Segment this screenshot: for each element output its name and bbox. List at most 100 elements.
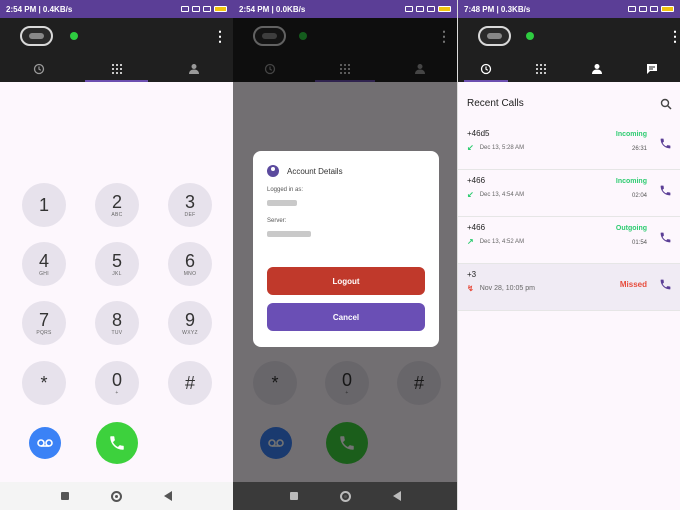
key-6[interactable]: 6 MNO <box>168 242 212 286</box>
key-8[interactable]: 8 TUV <box>95 301 139 345</box>
dialpad-icon <box>111 64 122 74</box>
back-nav-icon[interactable] <box>164 491 172 501</box>
call-status: Missed <box>619 280 647 289</box>
tab-messages[interactable] <box>625 56 680 82</box>
cancel-button[interactable]: Cancel <box>267 303 425 331</box>
tab-dialpad[interactable] <box>78 56 156 82</box>
status-icons <box>405 6 451 12</box>
call-row[interactable]: +46d5 ↙ Dec 13, 5:28 AM Incoming 26:31 <box>458 123 680 170</box>
overflow-menu-icon[interactable]: ⋮ <box>213 28 227 44</box>
recent-calls-screen: 7:48 PM | 0.3KB/s ⋮ Recent Calls +46d5 ↙… <box>457 0 680 510</box>
status-icons <box>628 6 674 12</box>
home-nav-icon[interactable] <box>339 490 351 502</box>
back-nav-icon[interactable] <box>392 491 401 501</box>
logout-button[interactable]: Logout <box>267 267 425 295</box>
status-time: 2:54 PM | 0.4KB/s <box>6 4 73 14</box>
battery-icon <box>661 6 674 12</box>
system-nav-bar <box>0 482 233 510</box>
incoming-arrow-icon: ↙ <box>467 190 474 199</box>
logged-in-label: Logged in as: <box>267 187 304 193</box>
status-bar: 7:48 PM | 0.3KB/s <box>458 0 680 18</box>
username-redacted <box>267 200 297 206</box>
phone-icon[interactable] <box>659 137 672 150</box>
voicemail-button[interactable] <box>29 427 61 459</box>
call-date: Dec 13, 5:28 AM <box>479 144 525 151</box>
dialog-header: Account Details <box>267 165 425 177</box>
system-nav-bar <box>233 482 457 510</box>
search-icon[interactable] <box>660 98 672 110</box>
dialog-title: Account Details <box>287 166 343 176</box>
history-icon <box>33 63 44 75</box>
key-4[interactable]: 4 GHI <box>22 242 66 286</box>
online-status-icon <box>526 32 534 40</box>
call-date: Dec 13, 4:52 AM <box>479 238 525 245</box>
call-duration: 26:31 <box>631 146 647 152</box>
tab-history[interactable] <box>458 56 514 82</box>
call-duration: 01:54 <box>631 240 647 246</box>
home-nav-icon[interactable] <box>111 490 122 502</box>
person-icon <box>591 64 602 74</box>
call-status: Outgoing <box>615 225 647 232</box>
tab-contacts[interactable] <box>155 56 233 82</box>
tab-contacts[interactable] <box>569 56 625 82</box>
key-5[interactable]: 5 JKL <box>95 242 139 286</box>
history-icon <box>480 63 491 75</box>
chat-icon <box>647 64 658 74</box>
tab-bar <box>458 56 680 82</box>
online-status-icon <box>70 32 78 40</box>
call-row[interactable]: +466 ↙ Dec 13, 4:54 AM Incoming 02:04 <box>458 170 680 217</box>
phone-icon[interactable] <box>659 184 672 197</box>
status-icons <box>181 6 227 12</box>
call-number: +3 <box>467 270 477 279</box>
call-row[interactable]: +3 ↯ Nov 28, 10:05 pm Missed <box>458 264 680 311</box>
status-time: 7:48 PM | 0.3KB/s <box>464 4 531 14</box>
dialer-screen: 2:54 PM | 0.4KB/s ⋮ 1 2 ABC 3 DEF 4 GHI 5 JK… <box>0 0 233 510</box>
key-7[interactable]: 7 PQRS <box>22 301 66 345</box>
overflow-menu-icon[interactable]: ⋮ <box>668 28 680 44</box>
status-time: 2:54 PM | 0.0KB/s <box>239 4 306 14</box>
key-star[interactable]: * <box>22 361 66 405</box>
key-0[interactable]: 0 + <box>95 361 139 405</box>
app-bar: ⋮ <box>458 18 680 56</box>
call-duration: 02:04 <box>631 193 647 199</box>
status-bar: 2:54 PM | 0.0KB/s <box>233 0 457 18</box>
dialpad-icon <box>536 64 547 74</box>
call-date: Dec 13, 4:54 AM <box>479 191 525 198</box>
tab-history[interactable] <box>0 56 78 82</box>
key-3[interactable]: 3 DEF <box>168 183 212 227</box>
key-2[interactable]: 2 ABC <box>95 183 139 227</box>
status-bar: 2:54 PM | 0.4KB/s <box>0 0 233 18</box>
outgoing-arrow-icon: ↗ <box>467 237 474 246</box>
app-logo <box>20 26 53 46</box>
account-details-dialog: Account Details Logged in as: Server: Lo… <box>253 151 439 347</box>
recents-nav-icon[interactable] <box>289 492 298 500</box>
tab-bar <box>0 56 233 82</box>
key-1[interactable]: 1 <box>22 183 66 227</box>
page-title: Recent Calls <box>467 98 524 109</box>
tab-dialpad[interactable] <box>514 56 570 82</box>
person-icon <box>189 64 200 74</box>
call-status: Incoming <box>615 178 647 185</box>
battery-icon <box>214 6 227 12</box>
call-button[interactable] <box>96 422 138 464</box>
call-row[interactable]: +466 ↗ Dec 13, 4:52 AM Outgoing 01:54 <box>458 217 680 264</box>
server-label: Server: <box>267 218 287 224</box>
recents-nav-icon[interactable] <box>61 492 69 500</box>
phone-icon[interactable] <box>659 231 672 244</box>
app-bar: ⋮ <box>0 18 233 56</box>
battery-icon <box>438 6 451 12</box>
app-logo <box>478 26 511 46</box>
account-dialog-screen: 2:54 PM | 0.0KB/s ⋮ * 0+ # Account Detai… <box>233 0 457 510</box>
key-hash[interactable]: # <box>168 361 212 405</box>
server-redacted <box>267 231 311 237</box>
phone-icon[interactable] <box>659 278 672 291</box>
key-9[interactable]: 9 WXYZ <box>168 301 212 345</box>
phone-icon <box>110 436 124 450</box>
voicemail-icon <box>37 439 53 447</box>
missed-arrow-icon: ↯ <box>467 284 474 293</box>
call-status: Incoming <box>615 131 647 138</box>
screens: 2:54 PM | 0.4KB/s ⋮ 1 2 ABC 3 DEF 4 GHI 5 JK… <box>0 0 680 510</box>
call-date: Nov 28, 10:05 pm <box>479 285 535 292</box>
account-icon <box>267 165 279 177</box>
incoming-arrow-icon: ↙ <box>467 143 474 152</box>
